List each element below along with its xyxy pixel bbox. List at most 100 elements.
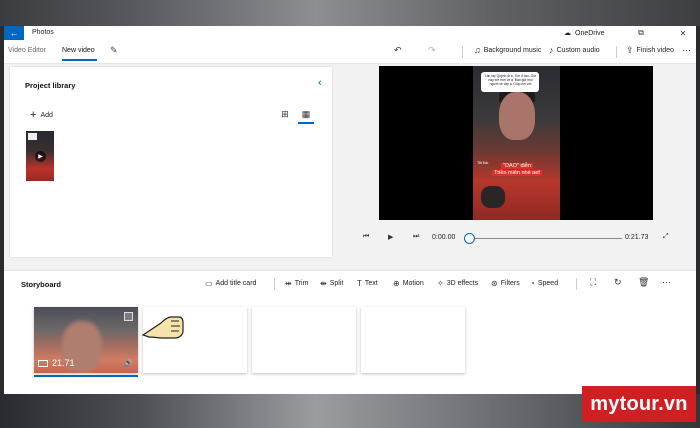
background-music-button[interactable]: ♫ Background music [474, 45, 541, 55]
collapse-library-button[interactable]: ‹ [318, 77, 322, 89]
undo-icon: ↶ [394, 45, 402, 55]
redo-icon: ↷ [428, 45, 436, 55]
finish-video-button[interactable]: ⇪ Finish video [626, 45, 674, 56]
breadcrumb-video-editor[interactable]: Video Editor [8, 47, 46, 54]
seek-track[interactable] [469, 238, 622, 239]
trash-icon: 🗑 [638, 277, 650, 287]
active-view-indicator [298, 122, 314, 124]
divider [616, 46, 617, 58]
current-time: 0:00.00 [432, 234, 456, 241]
caption-line-1: "DAO" diễn [501, 163, 533, 169]
storyboard-panel: Storyboard ▭ Add title card ⇹ Trim ⇼ Spl… [4, 270, 696, 394]
breadcrumb-project-name[interactable]: New video [62, 47, 95, 54]
export-icon: ⇪ [626, 45, 634, 55]
skip-forward-icon: ⏭ [413, 233, 420, 240]
grid-small-icon: ▦ [301, 108, 311, 119]
seek-thumb[interactable] [464, 233, 475, 244]
custom-audio-button[interactable]: ♪ Custom audio [549, 45, 600, 55]
media-badge-icon [28, 133, 37, 140]
delete-button[interactable]: 🗑 [638, 277, 649, 288]
text-icon: T [357, 279, 362, 288]
preview-caption: "DAO" diễn Triền miên nhé aef [481, 163, 553, 177]
volume-icon[interactable]: 🔊 [124, 359, 133, 367]
split-button[interactable]: ⇼ Split [320, 279, 343, 288]
empty-clip-slot[interactable] [361, 307, 465, 373]
storyboard-clip[interactable]: 21.71 🔊 [34, 307, 138, 373]
add-media-button[interactable]: + Add [30, 109, 53, 121]
preview-frame: Lân tay Quỳnh đi ạ . Em ở tầu. Giờ này e… [473, 66, 560, 220]
crop-icon: ⛶ [590, 277, 597, 287]
add-title-card-label: Add title card [215, 280, 257, 287]
motion-button[interactable]: ⊕ Motion [393, 279, 424, 288]
divider [462, 46, 463, 58]
previous-frame-button[interactable]: ⏮ [363, 233, 369, 241]
fullscreen-button[interactable]: ⤢ [663, 233, 669, 241]
small-grid-view-button[interactable]: ▦ [299, 107, 313, 121]
undo-button[interactable]: ↶ [394, 45, 402, 56]
rotate-button[interactable]: ↻ [614, 277, 622, 288]
divider [576, 278, 577, 290]
photos-app-window: ← Photos ☁ OneDrive ⧉ ✕ Video Editor New… [4, 26, 696, 394]
resize-button[interactable]: ⛶ [590, 277, 596, 288]
trim-label: Trim [294, 280, 309, 287]
speed-button[interactable]: ◔ Speed [530, 279, 558, 288]
arrow-left-icon: ← [9, 28, 19, 38]
mytour-watermark: mytour.vn [582, 386, 696, 422]
play-icon: ▶ [35, 151, 46, 162]
restore-icon: ⧉ [638, 28, 644, 37]
preview-person-face [499, 92, 535, 140]
finish-video-label: Finish video [636, 47, 674, 54]
large-grid-view-button[interactable]: ⊞ [278, 107, 292, 121]
project-library-panel: Project library ‹ + Add ⊞ ▦ ▶ [10, 67, 332, 257]
audio-wave-icon: ♪ [549, 45, 554, 55]
trim-button[interactable]: ⇹ Trim [285, 279, 308, 288]
divider [274, 278, 275, 290]
clip-select-checkbox[interactable] [124, 312, 133, 321]
clip-duration: 21.71 [38, 358, 75, 368]
split-icon: ⇼ [320, 279, 327, 288]
rename-pencil-icon[interactable]: ✎ [110, 45, 118, 56]
clip-duration-value: 21.71 [52, 358, 75, 368]
preview-comment-bubble: Lân tay Quỳnh đi ạ . Em ở tầu. Giờ này e… [481, 72, 539, 92]
redo-button[interactable]: ↷ [428, 45, 436, 56]
project-library-title: Project library [25, 81, 76, 90]
maximize-button[interactable]: ⧉ [630, 27, 652, 39]
grid-large-icon: ⊞ [281, 108, 289, 119]
rotate-icon: ↻ [614, 277, 622, 287]
filters-button[interactable]: ⊛ Filters [491, 279, 520, 288]
title-bar: ← Photos ☁ OneDrive ⧉ ✕ [4, 26, 696, 40]
close-button[interactable]: ✕ [672, 27, 694, 39]
video-preview[interactable]: Lân tay Quỳnh đi ạ . Em ở tầu. Giờ này e… [379, 66, 653, 220]
filters-icon: ⊛ [491, 279, 498, 288]
desktop-background-top [0, 0, 700, 26]
more-options-button[interactable]: ⋯ [682, 45, 691, 56]
library-media-thumbnail[interactable]: ▶ [26, 131, 54, 181]
total-time: 0:21.73 [625, 234, 649, 241]
expand-icon: ⤢ [663, 233, 669, 240]
close-icon: ✕ [679, 28, 687, 38]
speed-icon: ◔ [530, 279, 535, 288]
playback-controls: ⏮ ▶ ⏭ 0:00.00 0:21.73 ⤢ [359, 230, 679, 250]
text-label: Text [364, 280, 378, 287]
empty-clip-slot[interactable] [252, 307, 356, 373]
onedrive-label: OneDrive [575, 29, 605, 37]
pointing-hand-cursor-icon [141, 316, 184, 339]
add-title-card-button[interactable]: ▭ Add title card [205, 279, 256, 288]
caption-line-2: Triền miên nhé aef [492, 170, 542, 176]
3d-effects-button[interactable]: ✧ 3D effects [437, 279, 478, 288]
more-storyboard-options-button[interactable]: ⋯ [662, 277, 671, 288]
text-button[interactable]: T Text [357, 279, 378, 288]
background-music-label: Background music [483, 46, 542, 54]
clip-selection-indicator [34, 375, 138, 377]
filters-label: Filters [500, 280, 520, 287]
play-icon: ▶ [388, 234, 394, 241]
next-frame-button[interactable]: ⏭ [413, 233, 419, 241]
back-button[interactable]: ← [4, 26, 24, 40]
play-button[interactable]: ▶ [388, 233, 393, 241]
music-note-icon: ♫ [474, 45, 481, 55]
more-dots-icon: ⋯ [662, 277, 671, 287]
motion-label: Motion [402, 280, 424, 287]
split-label: Split [329, 280, 344, 287]
onedrive-button[interactable]: ☁ OneDrive [564, 29, 605, 38]
speed-label: Speed [537, 280, 559, 287]
